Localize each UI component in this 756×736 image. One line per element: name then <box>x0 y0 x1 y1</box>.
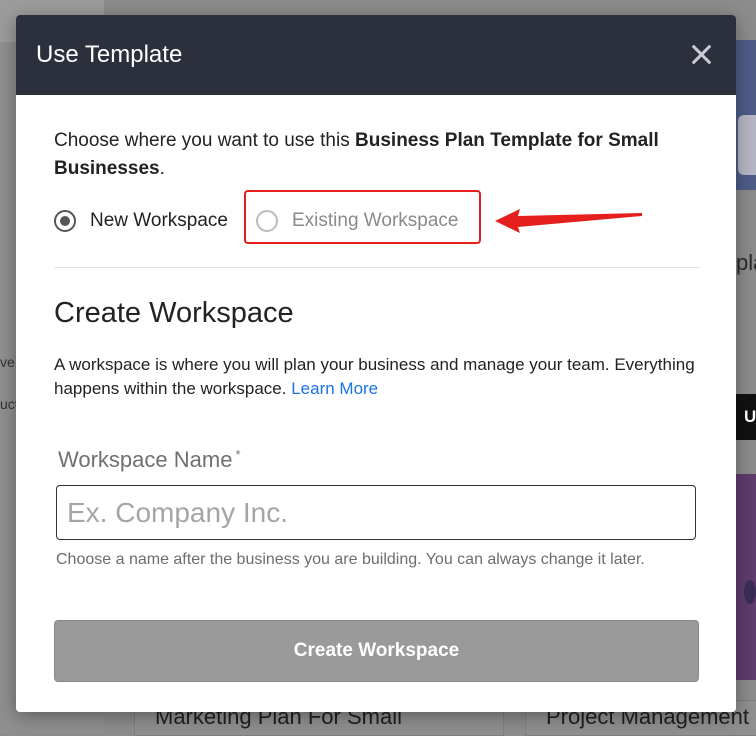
learn-more-link[interactable]: Learn More <box>291 379 378 398</box>
divider <box>54 267 700 268</box>
background-card-image-detail <box>738 115 756 175</box>
background-card-title: pla <box>736 250 756 275</box>
modal-title: Use Template <box>36 41 183 68</box>
field-label-text: Workspace Name <box>58 447 233 472</box>
field-hint: Choose a name after the business you are… <box>56 551 645 568</box>
required-mark: * <box>235 447 241 462</box>
annotation-highlight-box <box>244 190 481 244</box>
workspace-name-input[interactable] <box>56 485 696 540</box>
background-use-button: U <box>736 394 756 440</box>
modal-header: Use Template <box>16 15 736 95</box>
intro-text: Choose where you want to use this Busine… <box>54 127 700 183</box>
background-card-image-detail <box>744 580 756 604</box>
radio-checked-icon[interactable] <box>54 210 76 232</box>
create-workspace-button[interactable]: Create Workspace <box>54 620 699 682</box>
intro-prefix: Choose where you want to use this <box>54 130 356 151</box>
description: A workspace is where you will plan your … <box>54 353 700 401</box>
radio-new-workspace[interactable]: New Workspace <box>54 205 228 237</box>
section-title: Create Workspace <box>54 297 294 329</box>
use-template-modal: Use Template Choose where you want to us… <box>16 15 736 712</box>
radio-label: New Workspace <box>90 210 228 231</box>
intro-suffix: . <box>159 158 165 179</box>
workspace-name-label: Workspace Name * <box>58 447 241 473</box>
background-card-image <box>736 474 756 680</box>
workspace-choice-group: New Workspace Existing Workspace <box>54 190 700 244</box>
close-icon[interactable] <box>688 41 714 67</box>
